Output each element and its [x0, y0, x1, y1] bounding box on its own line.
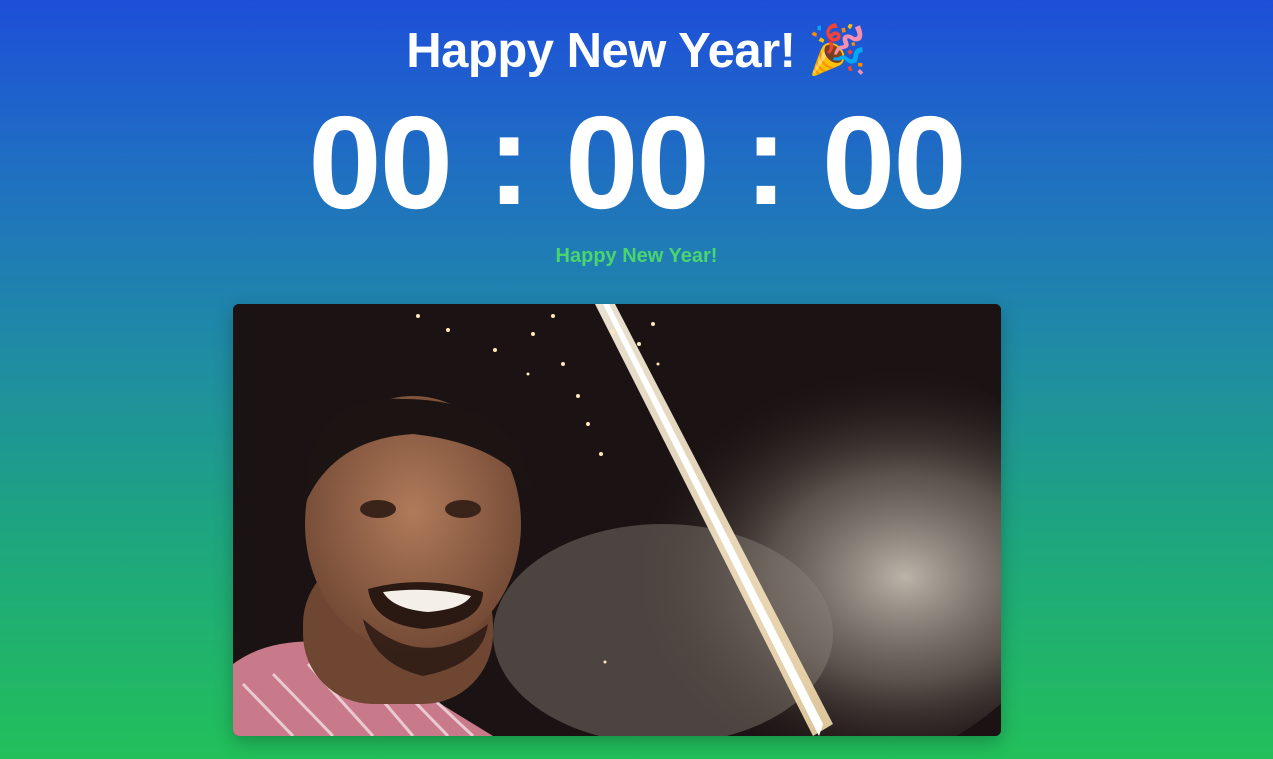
countdown-seconds: 00: [821, 89, 967, 236]
status-message: Happy New Year!: [555, 245, 718, 267]
video-frame-image: [233, 304, 1001, 736]
countdown-timer: 00 : 00 : 00: [0, 85, 1273, 238]
countdown-separator: :: [743, 85, 788, 232]
page-title: Happy New Year! 🎉: [406, 20, 867, 82]
page-header: Happy New Year! 🎉: [0, 20, 1273, 82]
party-popper-icon: 🎉: [807, 24, 867, 77]
page-title-text: Happy New Year!: [406, 24, 796, 78]
celebration-video[interactable]: [233, 304, 1001, 736]
countdown-separator: :: [487, 85, 531, 232]
countdown-minutes: 00: [565, 89, 710, 236]
countdown-hours: 00: [308, 89, 453, 236]
